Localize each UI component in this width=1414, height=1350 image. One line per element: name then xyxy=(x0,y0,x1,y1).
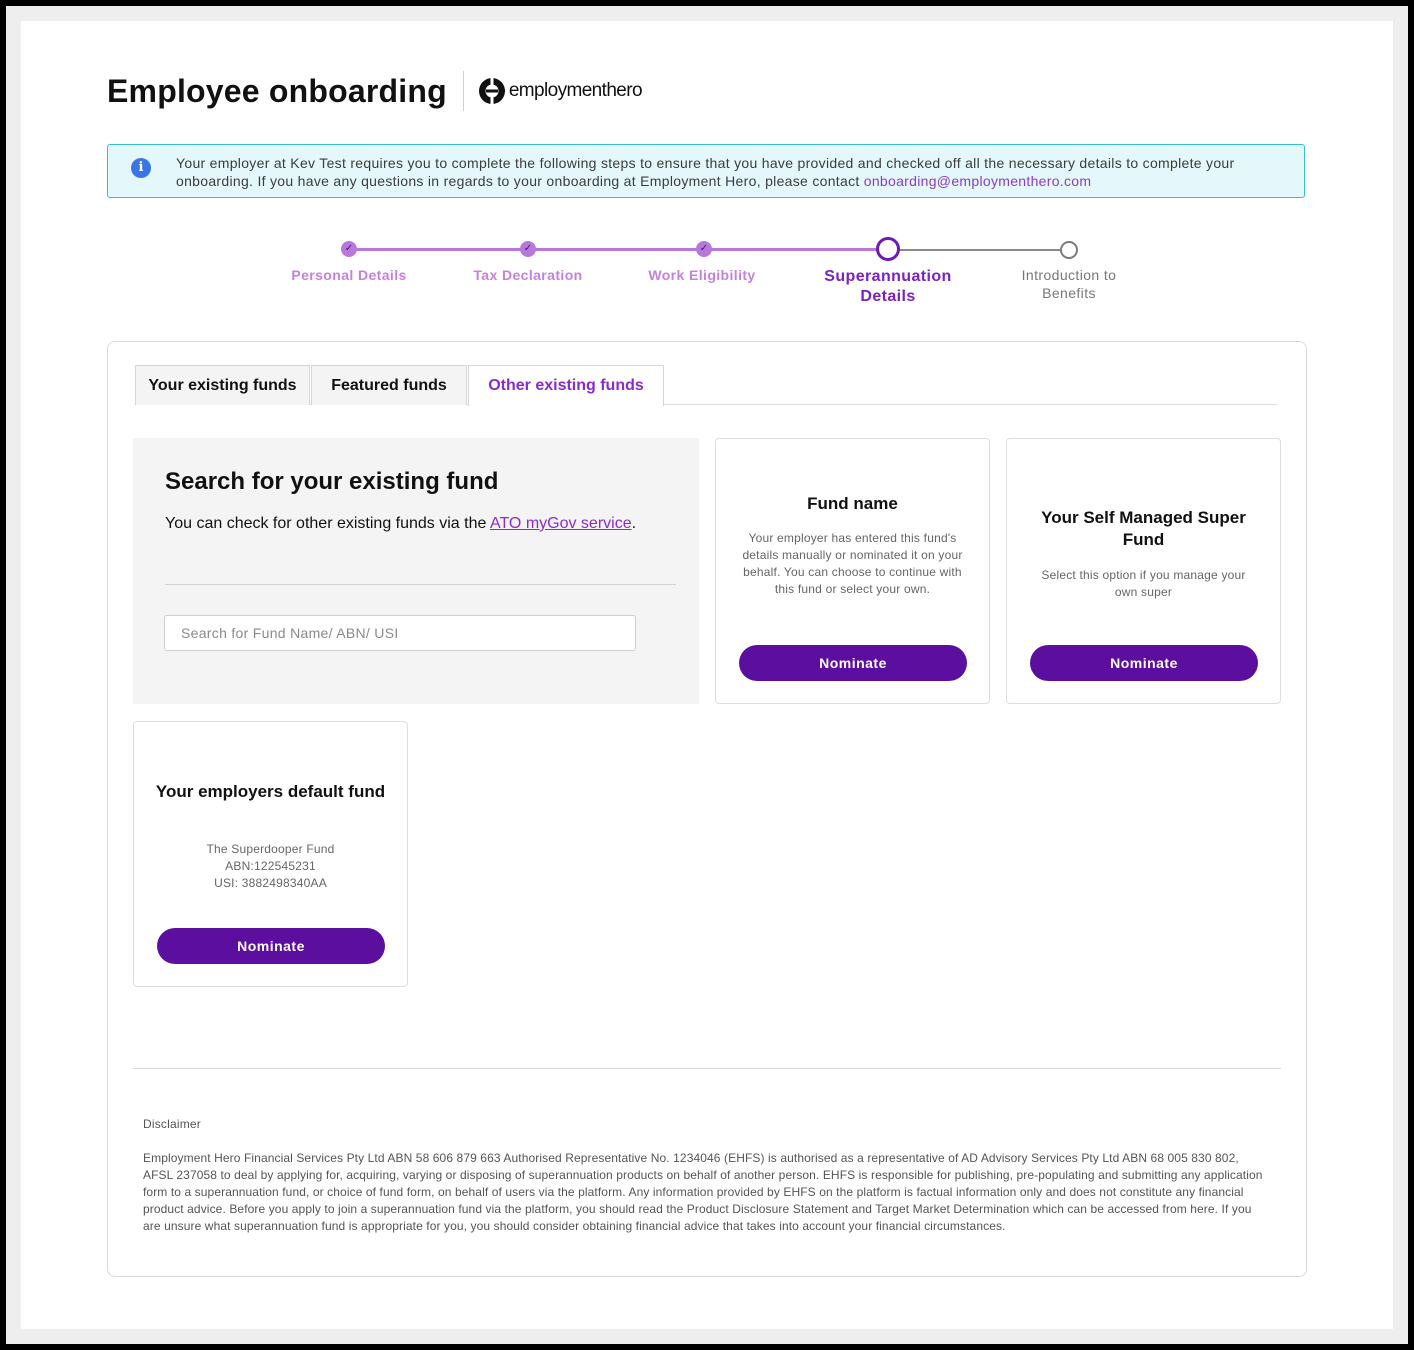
fund-name-card: Fund name Your employer has entered this… xyxy=(715,438,990,704)
disclaimer-text: Employment Hero Financial Services Pty L… xyxy=(143,1151,1263,1233)
search-description: You can check for other existing funds v… xyxy=(165,514,645,533)
brand-name: employmenthero xyxy=(508,80,643,101)
tab-featured-funds[interactable]: Featured funds xyxy=(311,365,467,405)
info-icon: i xyxy=(131,158,151,178)
step-check-icon: ✓ xyxy=(520,241,536,257)
step-check-icon: ✓ xyxy=(696,241,712,257)
nominate-smsf-button[interactable]: Nominate xyxy=(1030,645,1258,681)
self-managed-super-fund-card: Your Self Managed Super Fund Select this… xyxy=(1006,438,1281,704)
step-current-icon xyxy=(876,237,900,261)
default-fund-usi: USI: 3882498340AA xyxy=(214,876,327,890)
default-fund-details: The Superdooper Fund ABN:122545231 USI: … xyxy=(156,841,385,892)
fund-search-input[interactable] xyxy=(164,615,636,651)
info-banner: i Your employer at Kev Test requires you… xyxy=(107,144,1305,198)
step-pending-icon xyxy=(1060,241,1078,259)
smsf-description: Select this option if you manage your ow… xyxy=(1041,568,1246,599)
tab-your-existing-funds[interactable]: Your existing funds xyxy=(135,365,310,405)
step-tax-declaration[interactable]: Tax Declaration xyxy=(448,266,608,284)
step-connector-done xyxy=(349,248,888,251)
search-title: Search for your existing fund xyxy=(165,468,499,495)
brand-logo: employmenthero xyxy=(478,77,643,105)
footer-divider xyxy=(133,1068,1281,1069)
ato-mygov-link[interactable]: ATO myGov service xyxy=(490,515,632,532)
step-work-eligibility[interactable]: Work Eligibility xyxy=(622,266,782,284)
step-check-icon: ✓ xyxy=(341,241,357,257)
step-personal-details[interactable]: Personal Details xyxy=(269,266,429,284)
default-fund-title: Your employers default fund xyxy=(155,782,386,801)
info-banner-text: Your employer at Kev Test requires you t… xyxy=(176,154,1296,190)
default-fund-abn: ABN:122545231 xyxy=(225,859,316,873)
search-description-end: . xyxy=(631,515,637,532)
disclaimer-title: Disclaimer xyxy=(143,1117,202,1131)
search-description-text: You can check for other existing funds v… xyxy=(165,515,490,532)
step-introduction-to-benefits: Introduction to Benefits xyxy=(1021,267,1117,301)
header-divider xyxy=(462,71,464,111)
nominate-default-fund-button[interactable]: Nominate xyxy=(157,928,385,964)
employment-hero-logo-icon xyxy=(478,77,505,105)
default-fund-name: The Superdooper Fund xyxy=(206,842,335,856)
search-divider xyxy=(165,584,676,585)
nominate-fund-name-button[interactable]: Nominate xyxy=(739,645,967,681)
step-superannuation-details[interactable]: Superannuation Details xyxy=(818,267,958,307)
smsf-title: Your Self Managed Super Fund xyxy=(1041,508,1246,549)
onboarding-email-link[interactable]: onboarding@employmenthero.com xyxy=(864,173,1092,189)
page-header: Employee onboarding employmenthero xyxy=(107,70,643,112)
employer-default-fund-card: Your employers default fund The Superdoo… xyxy=(133,721,408,987)
fund-name-description: Your employer has entered this fund's de… xyxy=(742,531,963,596)
step-connector-pending xyxy=(888,249,1069,251)
page-title: Employee onboarding xyxy=(107,72,447,109)
fund-name-title: Fund name xyxy=(807,494,898,513)
tab-other-existing-funds[interactable]: Other existing funds xyxy=(468,365,664,406)
search-fund-panel: Search for your existing fund You can ch… xyxy=(133,438,699,704)
